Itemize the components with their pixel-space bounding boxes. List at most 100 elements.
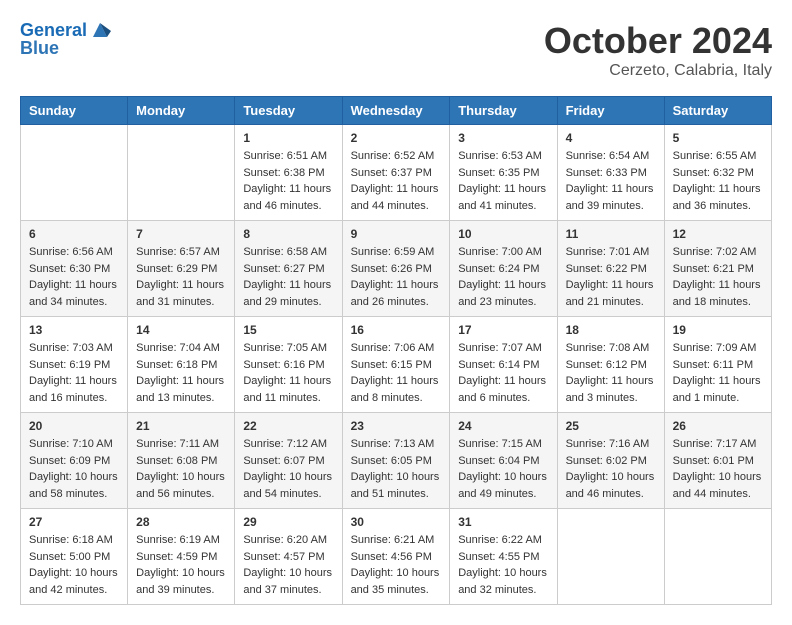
- calendar-cell: 20Sunrise: 7:10 AM Sunset: 6:09 PM Dayli…: [21, 413, 128, 509]
- calendar-week-row: 20Sunrise: 7:10 AM Sunset: 6:09 PM Dayli…: [21, 413, 772, 509]
- day-number: 28: [136, 515, 226, 529]
- calendar-day-header: Friday: [557, 97, 664, 125]
- day-number: 24: [458, 419, 548, 433]
- day-info: Sunrise: 7:05 AM Sunset: 6:16 PM Dayligh…: [243, 340, 333, 406]
- calendar-cell: 19 Sunrise: 7:09 AM Sunset: 6:11 PM Dayli…: [664, 317, 771, 413]
- calendar-cell: 27 Sunrise: 6:18 AM Sunset: 5:00 PM Dayli…: [21, 509, 128, 605]
- calendar-cell: [557, 509, 664, 605]
- calendar-day-header: Saturday: [664, 97, 771, 125]
- logo-icon: [89, 19, 111, 41]
- calendar-cell: 9 Sunrise: 6:59 AM Sunset: 6:26 PM Daylig…: [342, 221, 450, 317]
- day-number: 2: [351, 131, 442, 145]
- page-header: General Blue October 2024 Cerzeto, Calab…: [20, 20, 772, 80]
- calendar-week-row: 1 Sunrise: 6:51 AM Sunset: 6:38 PM Daylig…: [21, 125, 772, 221]
- day-info: Sunrise: 6:51 AM Sunset: 6:38 PM Dayligh…: [243, 148, 333, 214]
- day-number: 16: [351, 323, 442, 337]
- calendar-cell: 30 Sunrise: 6:21 AM Sunset: 4:56 PM Dayli…: [342, 509, 450, 605]
- calendar-cell: 6 Sunrise: 6:56 AM Sunset: 6:30 PM Daylig…: [21, 221, 128, 317]
- day-info: Sunrise: 6:55 AM Sunset: 6:32 PM Dayligh…: [673, 148, 763, 214]
- day-number: 5: [673, 131, 763, 145]
- calendar-cell: 5 Sunrise: 6:55 AM Sunset: 6:32 PM Daylig…: [664, 125, 771, 221]
- day-number: 10: [458, 227, 548, 241]
- title-block: October 2024 Cerzeto, Calabria, Italy: [544, 20, 772, 80]
- day-info: Sunrise: 6:19 AM Sunset: 4:59 PM Dayligh…: [136, 532, 226, 598]
- day-info: Sunrise: 7:12 AM Sunset: 6:07 PM Dayligh…: [243, 436, 333, 502]
- calendar-cell: [21, 125, 128, 221]
- day-number: 31: [458, 515, 548, 529]
- day-number: 18: [566, 323, 656, 337]
- calendar-cell: 24 Sunrise: 7:15 AM Sunset: 6:04 PM Dayli…: [450, 413, 557, 509]
- day-number: 27: [29, 515, 119, 529]
- day-info: Sunrise: 6:20 AM Sunset: 4:57 PM Dayligh…: [243, 532, 333, 598]
- day-number: 19: [673, 323, 763, 337]
- day-number: 9: [351, 227, 442, 241]
- calendar-cell: 13Sunrise: 7:03 AM Sunset: 6:19 PM Dayli…: [21, 317, 128, 413]
- calendar-day-header: Sunday: [21, 97, 128, 125]
- calendar-cell: 14Sunrise: 7:04 AM Sunset: 6:18 PM Dayli…: [128, 317, 235, 413]
- day-info: Sunrise: 6:58 AM Sunset: 6:27 PM Dayligh…: [243, 244, 333, 310]
- calendar-cell: 4Sunrise: 6:54 AM Sunset: 6:33 PM Daylig…: [557, 125, 664, 221]
- calendar-cell: 16 Sunrise: 7:06 AM Sunset: 6:15 PM Dayli…: [342, 317, 450, 413]
- day-info: Sunrise: 7:01 AM Sunset: 6:22 PM Dayligh…: [566, 244, 656, 310]
- day-number: 1: [243, 131, 333, 145]
- month-title: October 2024: [544, 20, 772, 62]
- day-number: 29: [243, 515, 333, 529]
- day-info: Sunrise: 7:03 AM Sunset: 6:19 PM Dayligh…: [29, 340, 119, 406]
- calendar-header-row: SundayMondayTuesdayWednesdayThursdayFrid…: [21, 97, 772, 125]
- day-info: Sunrise: 6:57 AM Sunset: 6:29 PM Dayligh…: [136, 244, 226, 310]
- calendar-cell: 12 Sunrise: 7:02 AM Sunset: 6:21 PM Dayli…: [664, 221, 771, 317]
- calendar-cell: 7 Sunrise: 6:57 AM Sunset: 6:29 PM Daylig…: [128, 221, 235, 317]
- calendar-cell: 26 Sunrise: 7:17 AM Sunset: 6:01 PM Dayli…: [664, 413, 771, 509]
- day-info: Sunrise: 7:15 AM Sunset: 6:04 PM Dayligh…: [458, 436, 548, 502]
- calendar-cell: 21Sunrise: 7:11 AM Sunset: 6:08 PM Dayli…: [128, 413, 235, 509]
- day-info: Sunrise: 7:11 AM Sunset: 6:08 PM Dayligh…: [136, 436, 226, 502]
- calendar-cell: 23 Sunrise: 7:13 AM Sunset: 6:05 PM Dayli…: [342, 413, 450, 509]
- day-info: Sunrise: 6:56 AM Sunset: 6:30 PM Dayligh…: [29, 244, 119, 310]
- day-number: 12: [673, 227, 763, 241]
- calendar-cell: 2 Sunrise: 6:52 AM Sunset: 6:37 PM Daylig…: [342, 125, 450, 221]
- day-info: Sunrise: 7:00 AM Sunset: 6:24 PM Dayligh…: [458, 244, 548, 310]
- calendar-cell: 11Sunrise: 7:01 AM Sunset: 6:22 PM Dayli…: [557, 221, 664, 317]
- day-info: Sunrise: 7:07 AM Sunset: 6:14 PM Dayligh…: [458, 340, 548, 406]
- calendar-day-header: Monday: [128, 97, 235, 125]
- calendar-day-header: Wednesday: [342, 97, 450, 125]
- day-number: 17: [458, 323, 548, 337]
- day-number: 22: [243, 419, 333, 433]
- day-number: 4: [566, 131, 656, 145]
- day-number: 6: [29, 227, 119, 241]
- day-number: 3: [458, 131, 548, 145]
- calendar-cell: 3 Sunrise: 6:53 AM Sunset: 6:35 PM Daylig…: [450, 125, 557, 221]
- calendar-cell: 31 Sunrise: 6:22 AM Sunset: 4:55 PM Dayli…: [450, 509, 557, 605]
- calendar-cell: 8 Sunrise: 6:58 AM Sunset: 6:27 PM Daylig…: [235, 221, 342, 317]
- day-info: Sunrise: 7:08 AM Sunset: 6:12 PM Dayligh…: [566, 340, 656, 406]
- calendar-cell: [128, 125, 235, 221]
- calendar-cell: 22 Sunrise: 7:12 AM Sunset: 6:07 PM Dayli…: [235, 413, 342, 509]
- day-number: 8: [243, 227, 333, 241]
- day-info: Sunrise: 6:53 AM Sunset: 6:35 PM Dayligh…: [458, 148, 548, 214]
- day-info: Sunrise: 6:52 AM Sunset: 6:37 PM Dayligh…: [351, 148, 442, 214]
- calendar-cell: 17 Sunrise: 7:07 AM Sunset: 6:14 PM Dayli…: [450, 317, 557, 413]
- day-number: 30: [351, 515, 442, 529]
- day-number: 25: [566, 419, 656, 433]
- day-info: Sunrise: 6:59 AM Sunset: 6:26 PM Dayligh…: [351, 244, 442, 310]
- day-number: 23: [351, 419, 442, 433]
- calendar-cell: 29 Sunrise: 6:20 AM Sunset: 4:57 PM Dayli…: [235, 509, 342, 605]
- logo: General Blue: [20, 20, 111, 59]
- day-info: Sunrise: 6:22 AM Sunset: 4:55 PM Dayligh…: [458, 532, 548, 598]
- day-info: Sunrise: 6:18 AM Sunset: 5:00 PM Dayligh…: [29, 532, 119, 598]
- day-info: Sunrise: 7:17 AM Sunset: 6:01 PM Dayligh…: [673, 436, 763, 502]
- day-info: Sunrise: 7:04 AM Sunset: 6:18 PM Dayligh…: [136, 340, 226, 406]
- calendar-table: SundayMondayTuesdayWednesdayThursdayFrid…: [20, 96, 772, 605]
- day-info: Sunrise: 6:21 AM Sunset: 4:56 PM Dayligh…: [351, 532, 442, 598]
- day-info: Sunrise: 7:13 AM Sunset: 6:05 PM Dayligh…: [351, 436, 442, 502]
- calendar-cell: 28 Sunrise: 6:19 AM Sunset: 4:59 PM Dayli…: [128, 509, 235, 605]
- day-info: Sunrise: 7:09 AM Sunset: 6:11 PM Dayligh…: [673, 340, 763, 406]
- calendar-cell: [664, 509, 771, 605]
- day-info: Sunrise: 7:02 AM Sunset: 6:21 PM Dayligh…: [673, 244, 763, 310]
- day-number: 26: [673, 419, 763, 433]
- day-info: Sunrise: 7:06 AM Sunset: 6:15 PM Dayligh…: [351, 340, 442, 406]
- day-number: 7: [136, 227, 226, 241]
- calendar-week-row: 27 Sunrise: 6:18 AM Sunset: 5:00 PM Dayli…: [21, 509, 772, 605]
- calendar-day-header: Tuesday: [235, 97, 342, 125]
- location: Cerzeto, Calabria, Italy: [544, 62, 772, 80]
